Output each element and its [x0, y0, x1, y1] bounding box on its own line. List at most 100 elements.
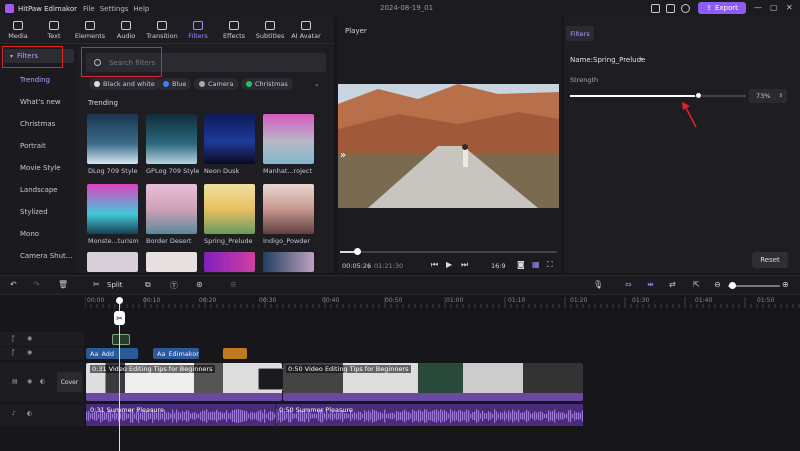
chip-christmas[interactable]: Christmas [241, 78, 293, 90]
split-button[interactable]: Split [107, 281, 123, 289]
ruler-label: 00:30 [259, 297, 277, 304]
collapse-icon[interactable]: » [340, 150, 346, 161]
cart-icon[interactable] [666, 4, 675, 13]
waveform-bar [462, 411, 464, 421]
waveform-bar [570, 409, 572, 423]
grid-icon[interactable]: ▦ [532, 260, 540, 269]
tab-transition[interactable]: Transition [144, 17, 180, 44]
account-icon[interactable] [681, 4, 690, 13]
waveform-bar [544, 413, 546, 419]
split-icon[interactable]: ✂ [93, 280, 100, 289]
delete-icon[interactable]: 🗑 [58, 280, 68, 289]
playhead-handle[interactable] [116, 297, 123, 304]
tab-audio[interactable]: Audio [108, 17, 144, 44]
zoom-in-icon[interactable]: ⊕ [782, 280, 789, 289]
minimize-icon[interactable]: — [754, 3, 762, 12]
chevron-down-icon[interactable]: ⌄ [314, 80, 320, 88]
tab-ai-avatar[interactable]: AI Avatar [288, 17, 324, 44]
category-trending[interactable]: Trending [20, 76, 50, 84]
transition-marker[interactable] [258, 368, 286, 390]
eye-icon[interactable]: ◉ [27, 335, 32, 342]
chip-blue[interactable]: Blue [158, 78, 192, 90]
track-icon[interactable]: ⇄ [669, 280, 676, 289]
waveform-bar [438, 411, 440, 421]
maximize-icon[interactable]: ▢ [770, 3, 778, 12]
zoom-knob[interactable] [729, 282, 736, 289]
filter-thumb-border-desert[interactable] [146, 184, 197, 234]
snap-icon[interactable]: ⇹ [647, 280, 654, 289]
category-movie-style[interactable]: Movie Style [20, 164, 61, 172]
tab-text[interactable]: Text [36, 17, 72, 44]
tab-elements[interactable]: Elements [72, 17, 108, 44]
text-clip-edimakor[interactable]: Aa Edimakor [153, 348, 199, 359]
filter-thumb[interactable] [146, 252, 197, 272]
filter-thumb-spring-prelude[interactable] [204, 184, 255, 234]
category-stylized[interactable]: Stylized [20, 208, 48, 216]
menu-settings[interactable]: Settings [100, 5, 129, 13]
video-preview[interactable]: » [338, 84, 559, 208]
category-mono[interactable]: Mono [20, 230, 39, 238]
tab-props-filters[interactable]: Filters [566, 26, 594, 41]
reset-button[interactable]: Reset [752, 252, 788, 268]
undo-icon[interactable]: ↶ [10, 280, 17, 289]
category-landscape[interactable]: Landscape [20, 186, 58, 194]
filter-thumb[interactable] [87, 252, 138, 272]
category-portrait[interactable]: Portrait [20, 142, 46, 150]
split-marker-icon[interactable]: ✂ [114, 311, 125, 325]
prev-frame-icon[interactable]: ⏮ [431, 260, 438, 270]
menu-file[interactable]: File [83, 5, 95, 13]
link-icon[interactable]: ⇔ [625, 280, 632, 289]
elements-icon [85, 21, 95, 30]
export-button[interactable]: ⇪ Export [698, 2, 746, 14]
eye-icon[interactable]: ◉ [27, 349, 32, 356]
crop-icon[interactable]: ⧉ [145, 280, 151, 290]
aspect-ratio[interactable]: 16:9 [491, 262, 506, 270]
text-tool-icon[interactable]: Ⓣ [170, 280, 178, 291]
filter-thumb-dlog[interactable] [87, 114, 138, 164]
strength-input[interactable]: 73% ⇕ [749, 89, 787, 103]
category-whats-new[interactable]: What's new [20, 98, 61, 106]
close-icon[interactable]: ✕ [786, 3, 793, 12]
playback-progress[interactable] [340, 251, 557, 253]
more-tools-icon[interactable]: ⊕ [230, 280, 237, 289]
waveform-bar [220, 411, 222, 421]
menu-help[interactable]: Help [133, 5, 149, 13]
fit-icon[interactable]: ⇱ [693, 280, 700, 289]
filter-thumb-monster[interactable] [87, 184, 138, 234]
eye-icon[interactable]: ◉ [27, 378, 32, 385]
filter-thumb-neon-dusk[interactable] [204, 114, 255, 164]
filter-thumb-manhattan[interactable] [263, 114, 314, 164]
category-christmas[interactable]: Christmas [20, 120, 55, 128]
microphone-icon[interactable]: 🎙 [593, 280, 603, 289]
tab-filters[interactable]: Filters [180, 17, 216, 44]
mute-icon[interactable]: ◐ [40, 378, 45, 385]
category-camera-shutter[interactable]: Camera Shut... [20, 252, 72, 260]
filter-thumb-gplog[interactable] [146, 114, 197, 164]
volume-icon[interactable]: ◐ [27, 410, 32, 417]
zoom-out-icon[interactable]: ⊖ [714, 280, 721, 289]
chip-camera[interactable]: Camera [194, 78, 239, 90]
next-frame-icon[interactable]: ⏭ [461, 260, 468, 270]
tab-effects[interactable]: Effects [216, 17, 252, 44]
filter-thumb[interactable] [204, 252, 255, 272]
effect-clip[interactable] [112, 334, 130, 345]
snapshot-icon[interactable]: ◙ [517, 260, 525, 269]
fullscreen-icon[interactable]: ⛶ [547, 260, 553, 270]
strength-knob[interactable] [694, 92, 702, 99]
cover-button[interactable]: Cover [57, 372, 82, 392]
section-title: Trending [88, 99, 118, 107]
redo-icon[interactable]: ↷ [33, 280, 40, 289]
play-icon[interactable]: ▶ [446, 260, 452, 269]
message-icon[interactable] [651, 4, 660, 13]
tab-media[interactable]: Media [0, 17, 36, 44]
chip-black-white[interactable]: Black and white [89, 78, 160, 90]
filter-thumb-indigo-powder[interactable] [263, 184, 314, 234]
playhead-knob[interactable] [354, 248, 361, 255]
stepper-icon[interactable]: ⇕ [779, 93, 783, 99]
sticker-clip[interactable] [223, 348, 247, 359]
text-clip-add[interactable]: Aa Add [86, 348, 138, 359]
speed-icon[interactable]: ⊛ [196, 280, 203, 289]
filter-thumb[interactable] [263, 252, 314, 272]
tab-subtitles[interactable]: Subtitles [252, 17, 288, 44]
chevron-down-icon[interactable]: ▾ [640, 56, 643, 63]
